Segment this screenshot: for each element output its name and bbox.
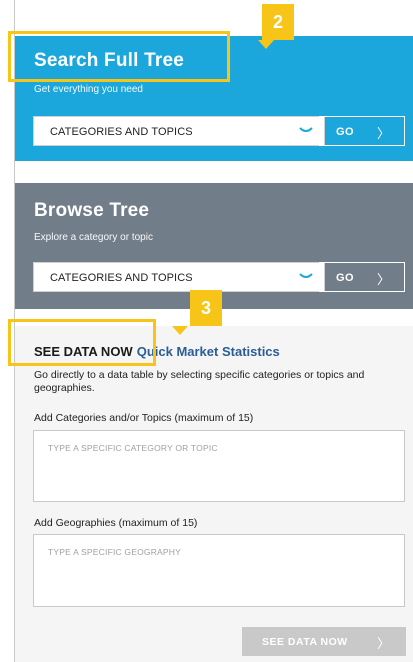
- browse-category-select[interactable]: CATEGORIES AND TOPICS: [33, 262, 325, 292]
- search-category-select[interactable]: CATEGORIES AND TOPICS: [33, 116, 325, 146]
- see-data-now-section: SEE DATA NOW Quick Market Statistics Go d…: [15, 326, 413, 662]
- browse-panel-title: Browse Tree: [34, 200, 150, 221]
- search-go-label: GO: [336, 126, 355, 138]
- geographies-placeholder: TYPE A SPECIFIC GEOGRAPHY: [48, 547, 182, 557]
- highlight-box-2: [8, 31, 230, 82]
- search-panel-subtitle: Get everything you need: [34, 84, 143, 95]
- browse-go-label: GO: [336, 272, 355, 284]
- callout-badge-2: 2: [262, 4, 294, 40]
- panel-gap: [15, 161, 413, 183]
- browse-go-button[interactable]: GO 〉: [319, 262, 405, 292]
- callout-tail-3: [172, 326, 188, 335]
- categories-input[interactable]: TYPE A SPECIFIC CATEGORY OR TOPIC: [33, 430, 405, 502]
- search-select-value: CATEGORIES AND TOPICS: [50, 126, 193, 138]
- quick-market-statistics-heading: Quick Market Statistics: [136, 344, 280, 359]
- search-go-button[interactable]: GO 〉: [319, 116, 405, 146]
- chevron-right-icon: 〉: [376, 126, 390, 141]
- see-data-description: Go directly to a data table by selecting…: [34, 369, 365, 394]
- geographies-field-label: Add Geographies (maximum of 15): [34, 517, 198, 529]
- highlight-box-3: [8, 319, 156, 366]
- geographies-input[interactable]: TYPE A SPECIFIC GEOGRAPHY: [33, 534, 405, 607]
- categories-field-label: Add Categories and/or Topics (maximum of…: [34, 412, 254, 424]
- categories-placeholder: TYPE A SPECIFIC CATEGORY OR TOPIC: [48, 443, 218, 453]
- see-data-now-button[interactable]: SEE DATA NOW 〉: [242, 627, 406, 656]
- chevron-right-icon: 〉: [376, 636, 390, 651]
- chevron-right-icon: 〉: [376, 272, 390, 287]
- browse-select-value: CATEGORIES AND TOPICS: [50, 272, 193, 284]
- chevron-down-icon: [299, 127, 313, 132]
- callout-tail-2: [258, 40, 274, 49]
- see-data-now-button-label: SEE DATA NOW: [262, 636, 348, 648]
- callout-badge-3: 3: [190, 290, 222, 326]
- chevron-down-icon: [299, 273, 313, 278]
- browse-panel-subtitle: Explore a category or topic: [34, 232, 153, 243]
